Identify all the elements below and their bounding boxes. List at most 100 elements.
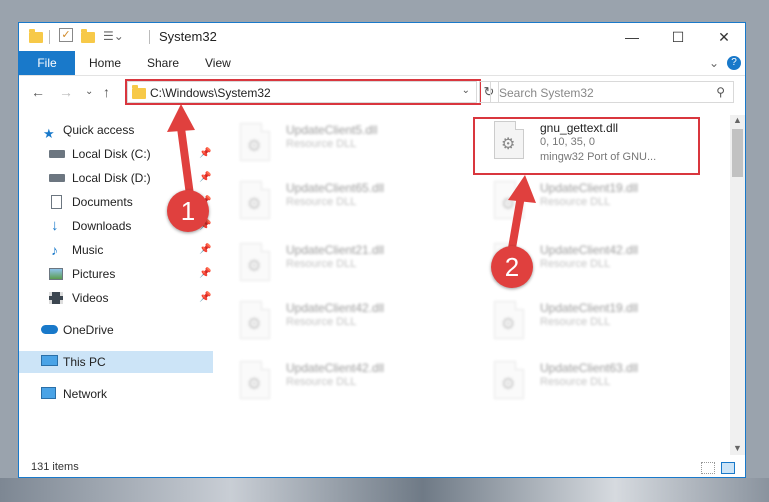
file-type: Resource DLL — [286, 376, 357, 388]
pin-icon[interactable]: 📌 — [199, 239, 211, 261]
dll-file-icon: ⚙ — [240, 301, 270, 339]
toolbar-separator — [49, 30, 50, 44]
address-row: ← → ⌄ ↑ C:\Windows\System32 ⌄ ↻ Search S… — [19, 76, 745, 108]
sidebar-item-label: OneDrive — [63, 323, 114, 337]
ribbon-collapse-icon[interactable]: ⌄ — [709, 51, 719, 75]
explorer-window: ✓ ☰⌄ System32 — ☐ ✕ File Home Share View… — [18, 22, 746, 478]
large-icons-view-icon[interactable] — [721, 462, 735, 474]
tab-share[interactable]: Share — [147, 51, 179, 75]
search-box[interactable]: Search System32 ⚲ — [490, 81, 734, 103]
sidebar-item-label: Quick access — [63, 123, 135, 137]
close-button[interactable]: ✕ — [701, 23, 745, 51]
file-type: Resource DLL — [286, 196, 357, 208]
dll-file-icon: ⚙ — [240, 123, 270, 161]
list-item[interactable]: ⚙ UpdateClient19.dll Resource DLL — [478, 177, 708, 223]
tab-file[interactable]: File — [19, 51, 75, 75]
minimize-button[interactable]: — — [609, 23, 655, 51]
file-type: Resource DLL — [286, 258, 357, 270]
gear-icon: ⚙ — [501, 376, 516, 393]
scrollbar-thumb[interactable] — [732, 129, 743, 177]
search-icon[interactable]: ⚲ — [716, 85, 725, 99]
pin-icon[interactable]: 📌 — [199, 263, 211, 285]
sidebar-item-label: This PC — [63, 355, 106, 369]
sidebar-item-label: Documents — [72, 195, 133, 209]
file-name: UpdateClient42.dll — [286, 361, 385, 375]
title-bar: ✓ ☰⌄ System32 — ☐ ✕ — [19, 23, 745, 51]
sidebar-item-pictures[interactable]: Pictures 📌 — [19, 263, 213, 285]
up-button[interactable]: ↑ — [103, 84, 110, 100]
gear-icon: ⚙ — [247, 258, 262, 275]
sidebar-item-quick-access[interactable]: ★ Quick access — [19, 119, 213, 141]
scroll-down-arrow[interactable]: ▼ — [733, 443, 742, 453]
list-item[interactable]: ⚙ UpdateClient42.dll Resource DLL — [224, 297, 454, 343]
properties-icon[interactable]: ✓ — [59, 28, 73, 42]
dll-file-icon: ⚙ — [494, 361, 524, 399]
recent-locations-button[interactable]: ⌄ — [85, 86, 93, 97]
toolbar-separator — [149, 30, 150, 44]
back-button[interactable]: ← — [31, 84, 45, 100]
window-title: System32 — [159, 29, 217, 44]
pin-icon[interactable]: 📌 — [199, 143, 211, 165]
picture-icon — [49, 268, 63, 280]
sidebar-item-music[interactable]: ♪ Music 📌 — [19, 239, 213, 261]
star-icon: ★ — [43, 126, 55, 141]
dll-file-icon: ⚙ — [240, 243, 270, 281]
forward-button[interactable]: → — [59, 84, 73, 100]
sidebar-item-label: Local Disk (C:) — [72, 147, 151, 161]
new-folder-icon[interactable] — [81, 29, 95, 43]
pin-icon[interactable]: 📌 — [199, 167, 211, 189]
drive-icon — [49, 150, 65, 158]
gear-icon: ⚙ — [501, 196, 516, 213]
network-icon — [41, 387, 56, 399]
list-item[interactable]: ⚙ UpdateClient65.dll Resource DLL — [224, 177, 454, 223]
file-name: UpdateClient65.dll — [286, 181, 385, 195]
ribbon: File Home Share View ⌄ ? — [19, 51, 745, 76]
sidebar-item-network[interactable]: Network — [19, 383, 213, 405]
status-bar: 131 items — [19, 459, 745, 477]
file-type: Resource DLL — [540, 376, 611, 388]
list-item[interactable]: ⚙ UpdateClient19.dll Resource DLL — [478, 297, 708, 343]
download-arrow-icon: ↓ — [51, 217, 59, 234]
sidebar-item-videos[interactable]: Videos 📌 — [19, 287, 213, 309]
pin-icon[interactable]: 📌 — [199, 287, 211, 309]
list-item[interactable]: ⚙ UpdateClient42.dll Resource DLL — [224, 357, 454, 403]
tab-view[interactable]: View — [205, 51, 231, 75]
gear-icon: ⚙ — [247, 376, 262, 393]
film-icon — [49, 292, 63, 304]
details-view-icon[interactable] — [701, 462, 715, 474]
item-count: 131 items — [31, 461, 79, 473]
callout-step-2: 2 — [491, 246, 533, 288]
sidebar-item-local-disk-d[interactable]: Local Disk (D:) 📌 — [19, 167, 213, 189]
file-highlight-box — [473, 117, 700, 175]
navigation-pane: ★ Quick access Local Disk (C:) 📌 Local D… — [19, 115, 213, 455]
list-item[interactable]: ⚙ UpdateClient5.dll Resource DLL — [224, 119, 454, 165]
maximize-button[interactable]: ☐ — [655, 23, 701, 51]
sidebar-item-onedrive[interactable]: OneDrive — [19, 319, 213, 341]
sidebar-item-label: Videos — [72, 291, 109, 305]
gear-icon: ⚙ — [501, 316, 516, 333]
dll-file-icon: ⚙ — [240, 361, 270, 399]
sidebar-item-label: Music — [72, 243, 104, 257]
help-icon[interactable]: ? — [727, 56, 741, 70]
sidebar-item-local-disk-c[interactable]: Local Disk (C:) 📌 — [19, 143, 213, 165]
file-name: UpdateClient5.dll — [286, 123, 378, 137]
customize-quick-access-icon[interactable]: ☰⌄ — [103, 29, 124, 45]
dll-file-icon: ⚙ — [494, 301, 524, 339]
file-type: Resource DLL — [540, 258, 611, 270]
file-type: Resource DLL — [540, 316, 611, 328]
list-item[interactable]: ⚙ UpdateClient63.dll Resource DLL — [478, 357, 708, 403]
file-name: UpdateClient19.dll — [540, 181, 639, 195]
sidebar-item-this-pc[interactable]: This PC — [19, 351, 213, 373]
scroll-up-arrow[interactable]: ▲ — [733, 115, 742, 125]
sidebar-item-label: Network — [63, 387, 108, 401]
drive-icon — [49, 174, 65, 182]
dll-file-icon: ⚙ — [494, 181, 524, 219]
callout-step-1: 1 — [167, 190, 209, 232]
tab-home[interactable]: Home — [89, 51, 121, 75]
search-input[interactable]: Search System32 — [499, 86, 594, 100]
gear-icon: ⚙ — [247, 196, 262, 213]
file-name: UpdateClient19.dll — [540, 301, 639, 315]
list-item[interactable]: ⚙ UpdateClient21.dll Resource DLL — [224, 239, 454, 285]
vertical-scrollbar[interactable]: ▲ ▼ — [730, 115, 745, 455]
document-icon — [51, 195, 62, 209]
